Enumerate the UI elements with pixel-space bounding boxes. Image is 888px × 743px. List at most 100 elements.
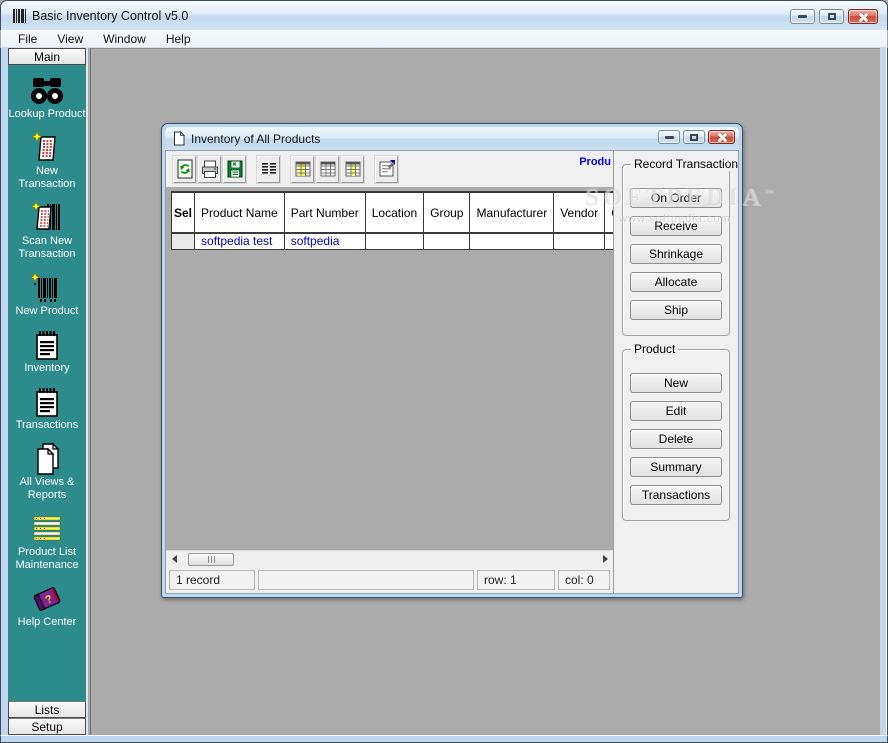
column-header-product-name[interactable]: Product Name (195, 192, 285, 233)
sidebar-item-label: New Product (8, 305, 86, 318)
cell-manufacturer[interactable] (470, 233, 554, 249)
grid-view-3-button[interactable] (341, 156, 364, 183)
edit-button[interactable]: Edit (630, 401, 722, 421)
properties-button[interactable] (375, 156, 398, 183)
menu-window[interactable]: Window (94, 31, 155, 47)
column-header-location[interactable]: Location (365, 192, 423, 233)
sidebar-item-label: Lookup Product (8, 108, 86, 121)
help-book-icon: ? (29, 582, 65, 616)
child-minimize-button[interactable] (658, 130, 680, 144)
column-header-vendor[interactable]: Vendor (554, 192, 605, 233)
status-record-count: 1 record (169, 570, 255, 590)
status-col-indicator: col: 0 (558, 570, 610, 590)
sidebar: Main Lookup Product (8, 48, 88, 735)
columns-icon (259, 158, 279, 180)
sidebar-items: Lookup Product New Transaction (8, 65, 86, 701)
child-maximize-button[interactable] (683, 130, 705, 144)
product-link[interactable]: Produ (579, 156, 611, 168)
column-header-group[interactable]: Group (424, 192, 470, 233)
scrollbar-thumb[interactable] (188, 553, 234, 566)
refresh-button[interactable] (173, 156, 196, 183)
cell-customer[interactable] (605, 233, 613, 249)
sidebar-item-inventory[interactable]: Inventory (8, 328, 86, 375)
cell-product-name[interactable]: softpedia test (195, 233, 285, 249)
sidebar-item-label: New Transaction (8, 165, 86, 191)
menu-file[interactable]: File (9, 31, 46, 47)
table-row[interactable]: softpedia test softpedia (172, 233, 614, 249)
grid-highlight2-icon (343, 158, 363, 180)
menu-help[interactable]: Help (157, 31, 200, 47)
cell-part-number[interactable]: softpedia (284, 233, 365, 249)
sidebar-item-transactions[interactable]: Transactions (8, 385, 86, 432)
column-header-part-number[interactable]: Part Number (284, 192, 365, 233)
ship-button[interactable]: Ship (630, 300, 722, 320)
status-row-indicator: row: 1 (477, 570, 555, 590)
sidebar-item-label: All Views & Reports (8, 476, 86, 502)
close-button[interactable] (848, 9, 878, 24)
main-titlebar[interactable]: Basic Inventory Control v5.0 (0, 0, 888, 30)
child-titlebar[interactable]: Inventory of All Products (165, 127, 739, 150)
grid-view-1-button[interactable] (291, 156, 314, 183)
allocate-button[interactable]: Allocate (630, 272, 722, 292)
sidebar-item-lookup-product[interactable]: Lookup Product (8, 74, 86, 121)
sidebar-item-new-transaction[interactable]: New Transaction (8, 131, 86, 191)
cell-sel[interactable] (172, 233, 195, 249)
sidebar-tab-main[interactable]: Main (8, 48, 86, 65)
close-icon (717, 132, 727, 142)
grid-view-2-button[interactable] (316, 156, 339, 183)
notepad-icon (30, 385, 64, 419)
form-icon (377, 158, 397, 180)
cell-location[interactable] (365, 233, 423, 249)
receive-button[interactable]: Receive (630, 216, 722, 236)
notepad-icon (30, 328, 64, 362)
save-button[interactable] (223, 156, 246, 183)
documents-icon (30, 442, 64, 476)
delete-button[interactable]: Delete (630, 429, 722, 449)
cell-vendor[interactable] (554, 233, 605, 249)
scroll-left-arrow[interactable] (166, 551, 182, 568)
list-view-button[interactable] (257, 156, 280, 183)
sidebar-item-label: Inventory (8, 362, 86, 375)
sidebar-tab-setup[interactable]: Setup (8, 718, 86, 735)
sidebar-item-new-product[interactable]: New Product (8, 271, 86, 318)
child-close-button[interactable] (708, 130, 735, 144)
sidebar-item-help-center[interactable]: ? Help Center (8, 582, 86, 629)
window-border-bottom (0, 735, 888, 743)
grid-icon (318, 158, 338, 180)
scroll-right-arrow[interactable] (597, 551, 613, 568)
column-header-manufacturer[interactable]: Manufacturer (470, 192, 554, 233)
mdi-workspace: Inventory of All Products (90, 48, 880, 735)
menu-bar: File View Window Help (1, 30, 887, 48)
inventory-child-window: Inventory of All Products (161, 123, 743, 598)
summary-button[interactable]: Summary (630, 457, 722, 477)
status-bar: 1 record row: 1 col: 0 (166, 567, 613, 593)
cell-group[interactable] (424, 233, 470, 249)
print-button[interactable] (198, 156, 221, 183)
inventory-table: Sel Product Name Part Number Location Gr… (171, 191, 613, 250)
table-header-row: Sel Product Name Part Number Location Gr… (172, 192, 614, 233)
menu-view[interactable]: View (48, 31, 92, 47)
on-order-button[interactable]: On Order (630, 188, 722, 208)
transactions-button[interactable]: Transactions (630, 485, 722, 505)
product-group: Product New Edit Delete Summary Transact… (622, 349, 730, 521)
sidebar-item-all-views-reports[interactable]: All Views & Reports (8, 442, 86, 502)
new-button[interactable]: New (630, 373, 722, 393)
sidebar-item-label: Product List Maintenance (8, 546, 86, 572)
action-panel: Record Transaction On Order Receive Shri… (613, 151, 738, 593)
minimize-button[interactable] (790, 9, 815, 24)
sidebar-item-scan-new-transaction[interactable]: Scan New Transaction (8, 201, 86, 261)
close-icon (858, 12, 868, 22)
document-icon (172, 131, 186, 146)
column-header-sel[interactable]: Sel (172, 192, 195, 233)
maximize-button[interactable] (819, 9, 844, 24)
grid-highlight-icon (293, 158, 313, 180)
toolbar: Produ (166, 151, 613, 187)
status-message (258, 570, 474, 590)
horizontal-scrollbar[interactable] (166, 550, 613, 567)
shrinkage-button[interactable]: Shrinkage (630, 244, 722, 264)
maximize-icon (828, 13, 836, 20)
column-header-customer[interactable]: Custom (605, 192, 613, 233)
print-icon (200, 158, 220, 180)
sidebar-tab-lists[interactable]: Lists (8, 701, 86, 718)
sidebar-item-product-list-maintenance[interactable]: Product List Maintenance (8, 512, 86, 572)
